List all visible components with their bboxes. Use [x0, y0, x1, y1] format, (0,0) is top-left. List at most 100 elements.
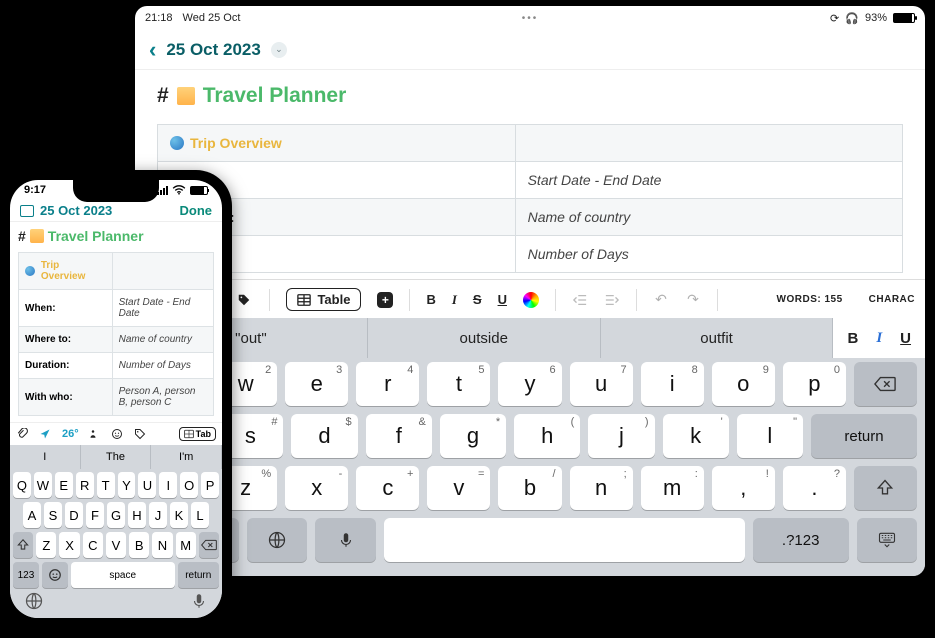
- row-value[interactable]: Name of country: [515, 199, 902, 236]
- key-.[interactable]: .?: [783, 466, 846, 510]
- globe-key[interactable]: [24, 591, 44, 611]
- key-g[interactable]: g*: [440, 414, 506, 458]
- key-l[interactable]: l": [737, 414, 803, 458]
- key-v[interactable]: V: [106, 532, 126, 558]
- key-f[interactable]: F: [86, 502, 104, 528]
- suggestion[interactable]: outside: [368, 318, 601, 358]
- key-,[interactable]: ,!: [712, 466, 775, 510]
- key-e[interactable]: E: [55, 472, 73, 498]
- hide-keyboard-key[interactable]: [857, 518, 917, 562]
- backspace-key[interactable]: [199, 532, 219, 558]
- key-x[interactable]: X: [59, 532, 79, 558]
- key-q[interactable]: Q: [13, 472, 31, 498]
- key-m[interactable]: M: [176, 532, 196, 558]
- key-n[interactable]: N: [152, 532, 172, 558]
- key-d[interactable]: d$: [291, 414, 357, 458]
- tag-icon[interactable]: [237, 293, 253, 307]
- key-w[interactable]: W: [34, 472, 52, 498]
- key-r[interactable]: r4: [356, 362, 419, 406]
- row-label[interactable]: With who:: [19, 379, 113, 416]
- person-icon[interactable]: [88, 428, 102, 440]
- key-j[interactable]: j): [588, 414, 654, 458]
- row-label[interactable]: Duration:: [19, 353, 113, 379]
- undo-button[interactable]: ↶: [653, 291, 669, 308]
- key-v[interactable]: v=: [427, 466, 490, 510]
- space-key[interactable]: [384, 518, 745, 562]
- globe-key[interactable]: [247, 518, 307, 562]
- color-picker-icon[interactable]: [523, 292, 539, 308]
- key-g[interactable]: G: [107, 502, 125, 528]
- row-value[interactable]: Number of Days: [515, 236, 902, 273]
- key-k[interactable]: k': [663, 414, 729, 458]
- trip-table[interactable]: Trip Overview When: Start Date - End Dat…: [18, 252, 214, 416]
- key-m[interactable]: m:: [641, 466, 704, 510]
- shift-key[interactable]: [13, 532, 33, 558]
- return-key[interactable]: return: [178, 562, 219, 588]
- attachment-icon[interactable]: [16, 428, 30, 440]
- add-block-button[interactable]: +: [377, 292, 393, 308]
- multitask-dots-icon[interactable]: •••: [522, 13, 539, 24]
- outdent-button[interactable]: [572, 293, 588, 307]
- key-c[interactable]: C: [83, 532, 103, 558]
- row-value[interactable]: Number of Days: [112, 353, 213, 379]
- back-chevron-icon[interactable]: ‹: [149, 37, 156, 63]
- mic-key[interactable]: [190, 592, 208, 610]
- key-n[interactable]: n;: [570, 466, 633, 510]
- key-e[interactable]: e3: [285, 362, 348, 406]
- done-button[interactable]: Done: [180, 203, 213, 218]
- kbd-italic[interactable]: I: [876, 330, 882, 347]
- table-button[interactable]: Tab: [179, 427, 216, 441]
- table-cell[interactable]: [112, 253, 213, 290]
- italic-button[interactable]: I: [452, 292, 457, 308]
- indent-button[interactable]: [604, 293, 620, 307]
- row-value[interactable]: Person A, person B, person C: [112, 379, 213, 416]
- tag-icon[interactable]: [134, 428, 148, 440]
- suggestion[interactable]: I: [10, 445, 81, 469]
- row-value[interactable]: Start Date - End Date: [112, 290, 213, 327]
- temperature-chip[interactable]: 26°: [62, 428, 79, 440]
- return-key[interactable]: return: [811, 414, 917, 458]
- key-c[interactable]: c+: [356, 466, 419, 510]
- key-k[interactable]: K: [170, 502, 188, 528]
- emoji-icon[interactable]: [111, 428, 125, 440]
- row-label[interactable]: When:: [19, 290, 113, 327]
- key-j[interactable]: J: [149, 502, 167, 528]
- table-cell[interactable]: [515, 125, 902, 162]
- space-key[interactable]: space: [71, 562, 175, 588]
- underline-button[interactable]: U: [498, 292, 507, 307]
- mic-key[interactable]: [315, 518, 375, 562]
- suggestion[interactable]: I'm: [151, 445, 222, 469]
- key-u[interactable]: u7: [570, 362, 633, 406]
- key-x[interactable]: x-: [285, 466, 348, 510]
- key-r[interactable]: R: [76, 472, 94, 498]
- calendar-icon[interactable]: [20, 205, 34, 217]
- header-date[interactable]: 25 Oct 2023: [166, 40, 261, 60]
- key-t[interactable]: T: [97, 472, 115, 498]
- header-date[interactable]: 25 Oct 2023: [40, 203, 112, 218]
- row-label[interactable]: Where to:: [19, 327, 113, 353]
- backspace-key[interactable]: [854, 362, 917, 406]
- key-y[interactable]: Y: [118, 472, 136, 498]
- suggestion[interactable]: The: [81, 445, 152, 469]
- redo-button[interactable]: ↷: [685, 291, 701, 308]
- shift-key[interactable]: [854, 466, 917, 510]
- key-i[interactable]: i8: [641, 362, 704, 406]
- table-button[interactable]: Table: [286, 288, 361, 311]
- key-l[interactable]: L: [191, 502, 209, 528]
- key-o[interactable]: o9: [712, 362, 775, 406]
- key-s[interactable]: S: [44, 502, 62, 528]
- symbols-key-right[interactable]: .?123: [753, 518, 849, 562]
- strike-button[interactable]: S: [473, 292, 482, 307]
- trip-table[interactable]: Trip Overview When: Start Date - End Dat…: [157, 124, 903, 273]
- key-d[interactable]: D: [65, 502, 83, 528]
- suggestion[interactable]: outfit: [601, 318, 834, 358]
- key-o[interactable]: O: [180, 472, 198, 498]
- key-b[interactable]: B: [129, 532, 149, 558]
- key-f[interactable]: f&: [366, 414, 432, 458]
- bold-button[interactable]: B: [426, 292, 435, 307]
- key-u[interactable]: U: [138, 472, 156, 498]
- key-h[interactable]: h(: [514, 414, 580, 458]
- numbers-key[interactable]: 123: [13, 562, 39, 588]
- date-dropdown-icon[interactable]: ⌄: [271, 42, 287, 58]
- emoji-key[interactable]: [42, 562, 68, 588]
